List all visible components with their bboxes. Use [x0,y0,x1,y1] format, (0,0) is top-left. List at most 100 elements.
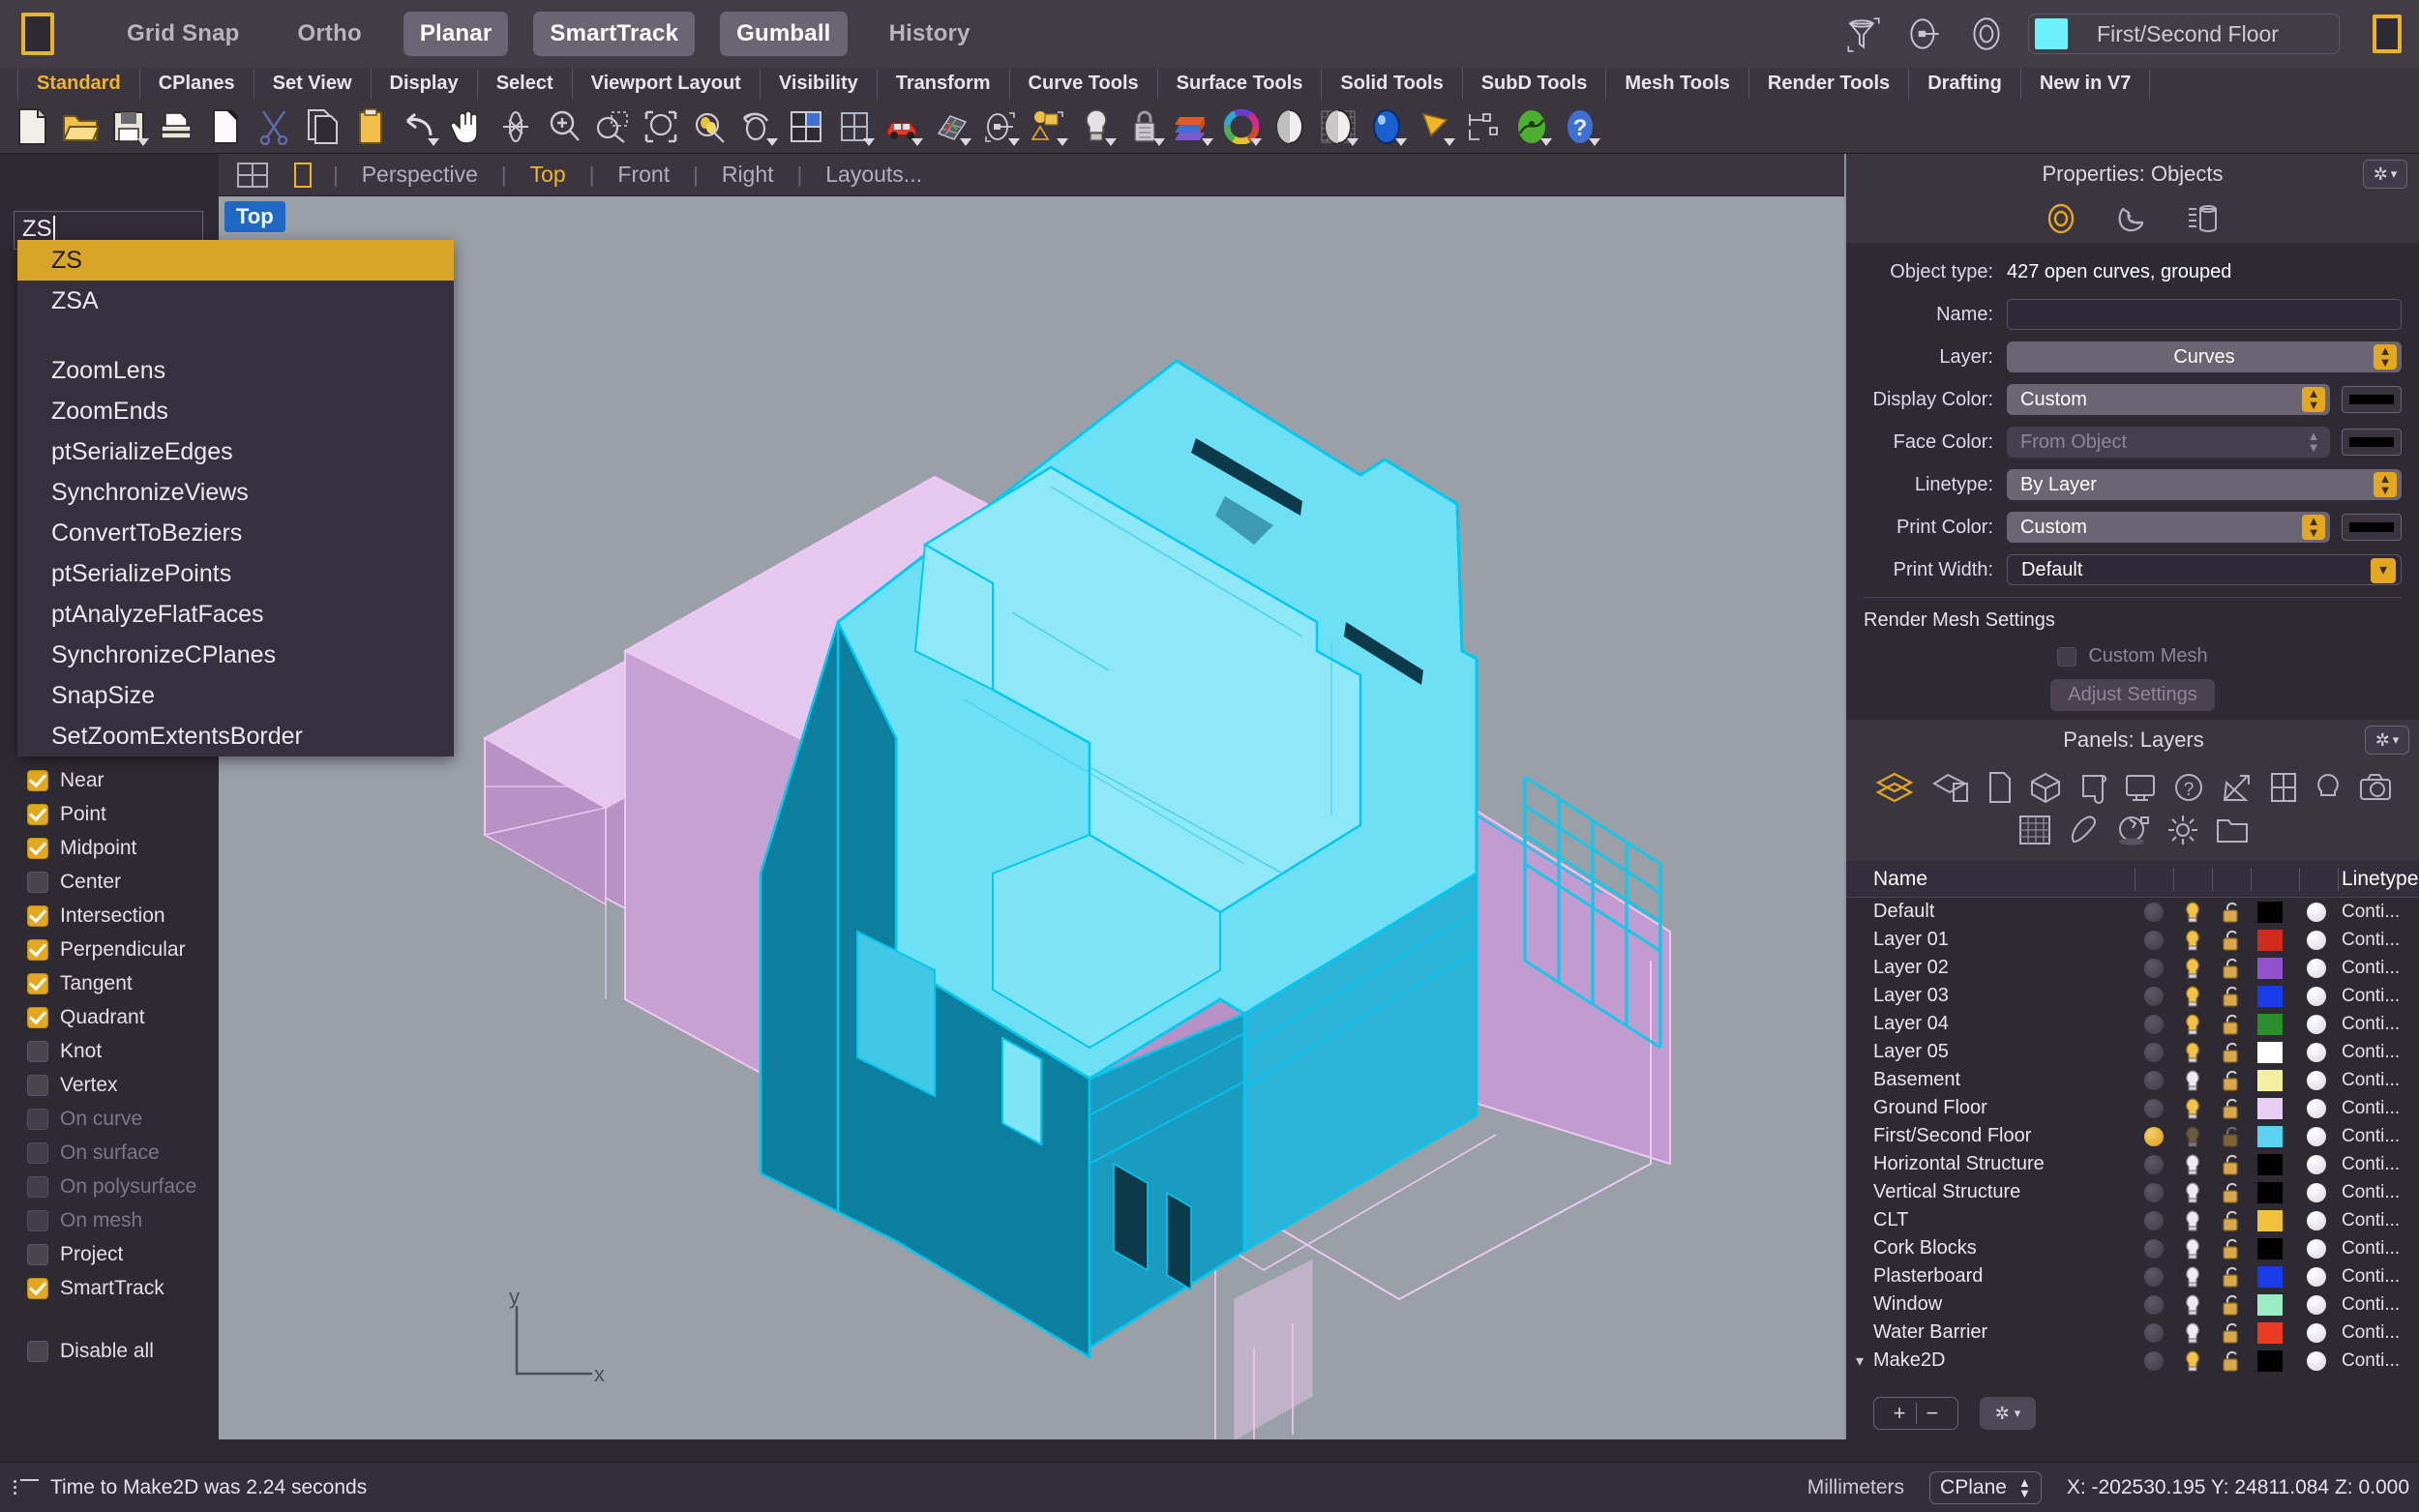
osnap-smarttrack[interactable]: SmartTrack [27,1271,221,1305]
clipping-plane-icon[interactable] [1411,104,1459,149]
zoom-icon[interactable] [540,104,588,149]
checkbox-icon[interactable] [27,871,48,893]
osnap-vertex[interactable]: Vertex [27,1068,221,1102]
lightbulb-off-icon[interactable] [2182,1321,2203,1345]
osnap-tangent[interactable]: Tangent [27,966,221,1000]
dropdown-arrow-icon[interactable] [1589,137,1600,146]
lightbulb-off-icon[interactable] [2182,1237,2203,1260]
dropdown-arrow-icon[interactable] [1057,137,1068,146]
layer-color-chip[interactable] [2257,985,2283,1007]
shaded-sphere-icon[interactable] [1266,104,1314,149]
viewport-layout-icon[interactable] [782,104,830,149]
print-color-chip[interactable] [2307,1266,2326,1287]
autocomplete-item-synchronizecplanes[interactable]: SynchronizeCPlanes [17,635,454,675]
print-color-swatch[interactable] [2342,514,2402,541]
autocomplete-item-snapsize[interactable]: SnapSize [17,675,454,716]
paste-icon[interactable] [346,104,395,149]
dropdown-arrow-icon[interactable] [1008,137,1020,146]
print-color-chip[interactable] [2307,1042,2326,1062]
lightbulb-dim-icon[interactable] [2182,1125,2203,1148]
table-row[interactable]: Window Conti... [1846,1290,2419,1319]
display-icon[interactable] [2124,771,2157,804]
layers-gear-button[interactable]: ✲ ▾ [2365,726,2409,755]
new-file-icon[interactable] [8,104,56,149]
checkbox-icon[interactable] [27,938,48,961]
material-icon[interactable] [2113,199,2152,238]
layer-color-chip[interactable] [2257,1125,2283,1147]
osnap-project[interactable]: Project [27,1237,221,1271]
lock-open-dim-icon[interactable] [2221,1125,2242,1148]
autocomplete-item-ptserializepoints[interactable]: ptSerializePoints [17,553,454,594]
tab-transform[interactable]: Transform [878,69,1010,100]
current-layer-radio-icon[interactable] [2144,1266,2164,1287]
lock-open-icon[interactable] [2221,929,2242,952]
stepper-icon[interactable]: ▲ ▼ [2374,344,2397,370]
print-width-select[interactable]: Default ▾ [2007,554,2402,585]
car-icon[interactable] [879,104,927,149]
lightbulb-off-icon[interactable] [2182,1265,2203,1289]
layers-options-button[interactable]: ✲ ▾ [1980,1397,2036,1430]
layer-color-chip[interactable] [2257,1265,2283,1288]
tab-set-view[interactable]: Set View [254,69,372,100]
osnap-quadrant[interactable]: Quadrant [27,1000,221,1034]
camera-icon[interactable] [2358,771,2393,804]
layer-color-chip[interactable] [2257,1181,2283,1203]
current-layer-selector[interactable]: First/Second Floor [2028,14,2340,54]
tab-render-tools[interactable]: Render Tools [1749,69,1910,100]
checkbox-icon[interactable] [27,1175,48,1198]
open-folder-icon[interactable] [56,104,105,149]
zoom-dynamic-icon[interactable] [733,104,782,149]
zoom-selected-icon[interactable] [685,104,733,149]
layer-color-chip[interactable] [2257,957,2283,979]
toggle-planar[interactable]: Planar [403,12,509,56]
named-position-icon[interactable] [1904,14,1945,54]
dropdown-arrow-icon[interactable] [960,137,971,146]
checkbox-icon[interactable] [27,1108,48,1130]
osnap-on-polysurface[interactable]: On polysurface [27,1170,221,1203]
lock-open-icon[interactable] [2221,1209,2242,1232]
lock-open-icon[interactable] [2221,901,2242,924]
toggle-ortho[interactable]: Ortho [281,12,377,56]
table-row[interactable]: Layer 01 Conti... [1846,926,2419,954]
checkbox-icon[interactable] [27,837,48,859]
toggle-grid-snap[interactable]: Grid Snap [110,12,255,56]
dropdown-arrow-icon[interactable] [1105,137,1117,146]
layer-select[interactable]: Curves ▲ ▼ [2007,341,2402,372]
osnap-on-curve[interactable]: On curve [27,1102,221,1136]
checkbox-icon[interactable] [27,904,48,927]
lock-open-icon[interactable] [2221,1069,2242,1092]
print-color-chip[interactable] [2307,1238,2326,1259]
layer-material-icon[interactable] [1930,771,1971,804]
current-layer-radio-icon[interactable] [2144,958,2164,978]
layer-color-chip[interactable] [2257,1321,2283,1344]
current-layer-radio-icon[interactable] [2144,1294,2164,1315]
dropdown-arrow-icon[interactable] [1540,137,1552,146]
toggle-smarttrack[interactable]: SmartTrack [533,12,696,56]
dimension-icon[interactable] [1459,104,1508,149]
print-color-chip[interactable] [2307,1294,2326,1315]
current-layer-radio-icon[interactable] [2144,930,2164,950]
lightbulb-icon[interactable] [2314,771,2343,804]
lock-open-icon[interactable] [2221,1293,2242,1317]
current-layer-radio-icon[interactable] [2144,1014,2164,1034]
print-color-chip[interactable] [2307,930,2326,950]
lightbulb-on-icon[interactable] [2182,985,2203,1008]
osnap-on-mesh[interactable]: On mesh [27,1203,221,1237]
osnap-knot[interactable]: Knot [27,1034,221,1068]
print-icon[interactable] [201,104,250,149]
zoom-window-icon[interactable] [588,104,637,149]
table-row[interactable]: Layer 05 Conti... [1846,1038,2419,1066]
dropdown-arrow-icon[interactable] [1395,137,1407,146]
copy-icon[interactable] [298,104,346,149]
render-ball-icon[interactable] [2116,814,2151,846]
checkbox-icon[interactable] [27,1340,48,1362]
current-layer-radio-icon[interactable] [2144,1154,2164,1174]
select-objects-icon[interactable] [1024,104,1072,149]
lock-open-icon[interactable] [2221,1349,2242,1373]
linetype-select[interactable]: By Layer ▲ ▼ [2007,469,2402,500]
lightbulb-off-icon[interactable] [2182,1153,2203,1176]
lock-open-icon[interactable] [2221,1041,2242,1064]
print-color-chip[interactable] [2307,902,2326,922]
tab-cplanes[interactable]: CPlanes [140,69,254,100]
dropdown-arrow-icon[interactable] [863,137,875,146]
